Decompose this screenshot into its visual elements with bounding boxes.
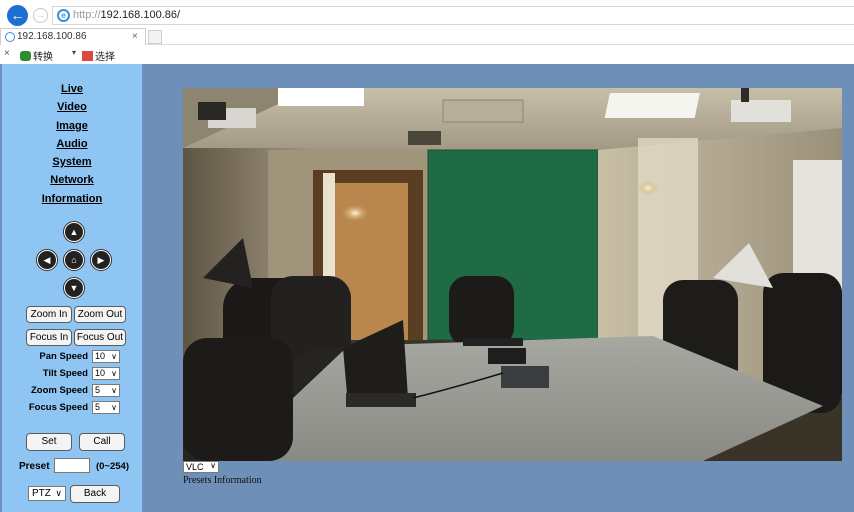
tab-title: 192.168.100.86 — [17, 31, 87, 42]
convert-button[interactable]: 转换 — [20, 48, 53, 63]
zoom-in-button[interactable]: Zoom In — [26, 306, 72, 323]
tab-favicon-icon — [5, 32, 15, 42]
pan-speed-select[interactable]: 10 — [92, 350, 120, 363]
url-field[interactable]: http://192.168.100.86/ — [52, 6, 854, 25]
new-tab-button[interactable] — [148, 30, 162, 44]
toolbar: × 转换 ▾ 选择 — [0, 45, 854, 64]
focus-speed-select[interactable]: 5 — [92, 401, 120, 414]
preset-set-button[interactable]: Set — [26, 433, 72, 451]
camera-web-page: Live Video Image Audio System Network In… — [0, 64, 854, 512]
focus-speed-value: 5 — [95, 402, 101, 412]
main-nav: Live Video Image Audio System Network In… — [2, 80, 142, 208]
zoom-speed-select[interactable]: 5 — [92, 384, 120, 397]
pan-speed-label: Pan Speed — [39, 351, 88, 362]
nav-link-information[interactable]: Information — [2, 190, 142, 208]
convert-dropdown-icon[interactable]: ▾ — [72, 48, 76, 57]
select-icon — [82, 51, 93, 61]
toolbar-close-icon[interactable]: × — [4, 48, 10, 59]
nav-link-audio[interactable]: Audio — [2, 135, 142, 153]
zoom-out-button[interactable]: Zoom Out — [74, 306, 126, 323]
stream-player-value: VLC — [186, 462, 204, 472]
zoom-speed-value: 5 — [95, 385, 101, 395]
conference-room-image — [183, 88, 842, 461]
tab-strip: 192.168.100.86 × — [0, 28, 854, 45]
url-scheme: http:// — [73, 9, 101, 21]
nav-link-video[interactable]: Video — [2, 98, 142, 116]
zoom-speed-label: Zoom Speed — [30, 385, 88, 396]
stream-player-select[interactable]: VLC — [183, 461, 219, 473]
pan-left-button[interactable]: ◀ — [36, 249, 58, 271]
focus-speed-label: Focus Speed — [28, 402, 88, 413]
control-sidebar: Live Video Image Audio System Network In… — [2, 64, 142, 512]
down-arrow-icon: ▼ — [65, 279, 83, 297]
focus-out-button[interactable]: Focus Out — [74, 329, 126, 346]
select-label: 选择 — [95, 52, 115, 63]
live-video-view[interactable] — [183, 88, 842, 461]
preset-label: Preset — [19, 461, 50, 472]
preset-number-input[interactable] — [54, 458, 90, 473]
pan-speed-value: 10 — [95, 351, 106, 361]
tilt-up-button[interactable]: ▲ — [63, 221, 85, 243]
ie-icon: e — [57, 9, 70, 22]
select-button[interactable]: 选择 — [82, 48, 115, 63]
convert-label: 转换 — [33, 52, 53, 63]
tilt-down-button[interactable]: ▼ — [63, 277, 85, 299]
tilt-speed-label: Tilt Speed — [42, 368, 88, 379]
address-bar-row: ← → http://192.168.100.86/ e — [0, 0, 854, 28]
focus-in-button[interactable]: Focus In — [26, 329, 72, 346]
pan-right-button[interactable]: ▶ — [90, 249, 112, 271]
home-button[interactable]: ⌂ — [63, 249, 85, 271]
right-arrow-icon: ▶ — [92, 251, 110, 269]
nav-link-image[interactable]: Image — [2, 117, 142, 135]
convert-icon — [20, 51, 31, 61]
back-arrow-icon[interactable]: ← — [7, 5, 28, 26]
nav-link-network[interactable]: Network — [2, 171, 142, 189]
tilt-speed-select[interactable]: 10 — [92, 367, 120, 380]
home-icon: ⌂ — [65, 251, 83, 269]
nav-link-live[interactable]: Live — [2, 80, 142, 98]
presets-information-text: Presets Information — [183, 475, 262, 486]
url-host: 192.168.100.86/ — [100, 9, 181, 21]
up-arrow-icon: ▲ — [65, 223, 83, 241]
mode-select[interactable]: PTZ — [28, 486, 66, 501]
preset-range-hint: (0~254) — [96, 461, 130, 472]
tilt-speed-value: 10 — [95, 368, 106, 378]
tab-close-icon[interactable]: × — [132, 29, 138, 44]
mode-value: PTZ — [32, 488, 51, 499]
browser-tab[interactable]: 192.168.100.86 × — [0, 28, 146, 45]
preset-call-button[interactable]: Call — [79, 433, 125, 451]
nav-link-system[interactable]: System — [2, 153, 142, 171]
back-button[interactable]: Back — [70, 485, 120, 503]
forward-arrow-icon[interactable]: → — [33, 8, 48, 23]
left-arrow-icon: ◀ — [38, 251, 56, 269]
